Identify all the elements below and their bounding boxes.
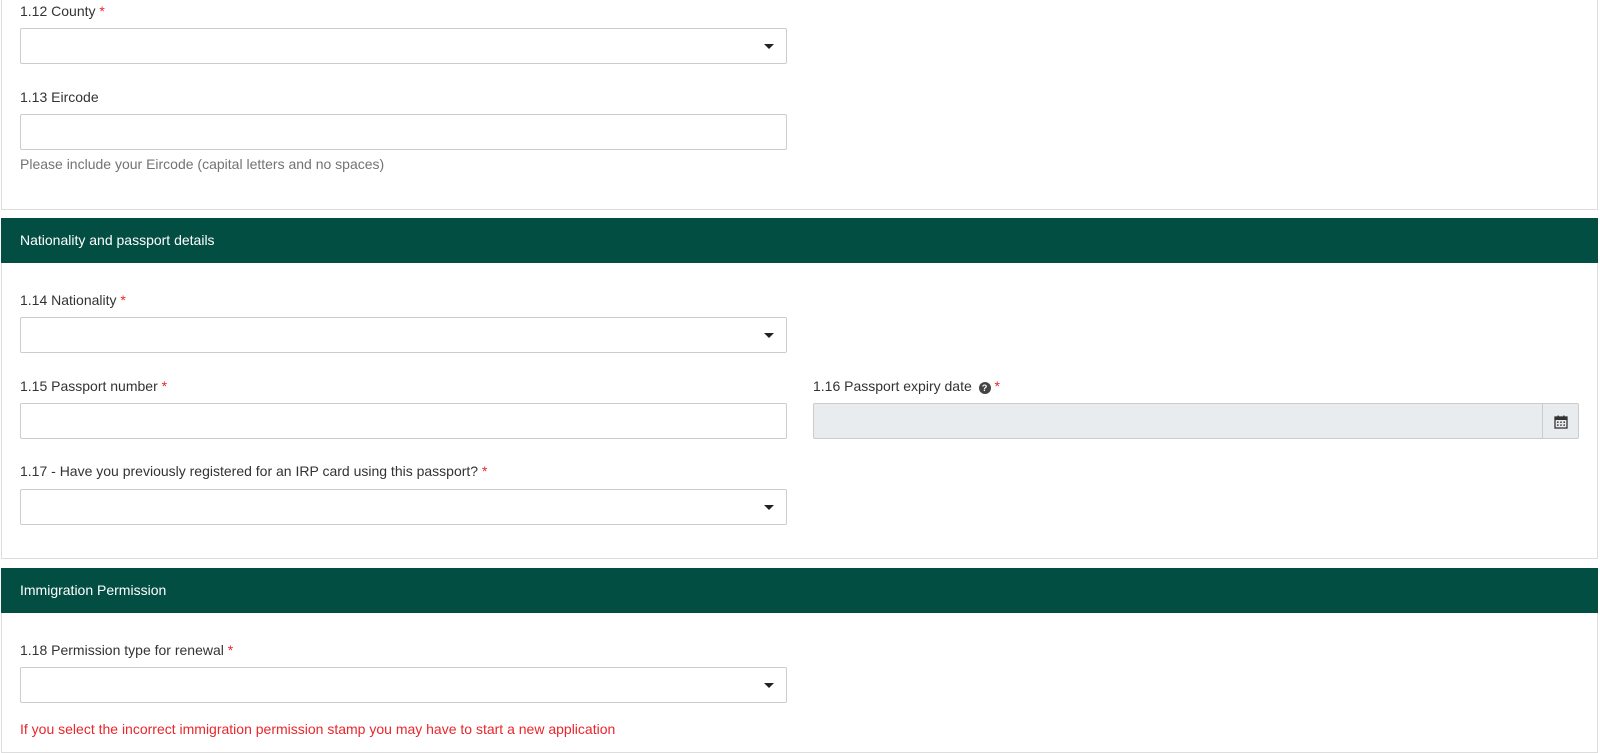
required-mark: *	[99, 3, 105, 19]
previous-irp-select[interactable]	[20, 489, 787, 525]
question-circle-icon[interactable]: ?	[978, 382, 991, 394]
passport-number-input[interactable]	[20, 403, 787, 439]
chevron-down-icon	[764, 44, 774, 49]
permission-warning-text: If you select the incorrect immigration …	[20, 721, 616, 737]
chevron-down-icon	[764, 333, 774, 338]
nationality-select[interactable]	[20, 317, 787, 353]
passport-expiry-date-group	[813, 403, 1579, 439]
nationality-section-heading: Nationality and passport details	[1, 218, 1598, 263]
permission-type-label-text: 1.18 Permission type for renewal	[20, 642, 224, 658]
passport-number-label: 1.15 Passport number *	[20, 378, 167, 394]
calendar-icon	[1554, 415, 1568, 429]
eircode-help-text: Please include your Eircode (capital let…	[20, 156, 385, 172]
county-select[interactable]	[20, 28, 787, 64]
county-label: 1.12 County *	[20, 3, 105, 19]
required-mark: *	[120, 292, 126, 308]
nationality-label-text: 1.14 Nationality	[20, 292, 117, 308]
permission-type-label: 1.18 Permission type for renewal *	[20, 642, 233, 658]
previous-irp-label: 1.17 - Have you previously registered fo…	[20, 463, 487, 479]
eircode-input[interactable]	[20, 114, 787, 150]
passport-expiry-label: 1.16 Passport expiry date ? *	[813, 378, 1000, 394]
passport-expiry-label-text: 1.16 Passport expiry date	[813, 378, 972, 394]
nationality-label: 1.14 Nationality *	[20, 292, 126, 308]
eircode-label-text: 1.13 Eircode	[20, 89, 99, 105]
immigration-section-heading: Immigration Permission	[1, 568, 1598, 613]
required-mark: *	[994, 378, 1000, 394]
passport-number-label-text: 1.15 Passport number	[20, 378, 158, 394]
date-picker-button[interactable]	[1542, 403, 1579, 439]
permission-type-select[interactable]	[20, 667, 787, 703]
required-mark: *	[227, 642, 234, 658]
required-mark: *	[161, 378, 168, 394]
previous-irp-label-text: 1.17 - Have you previously registered fo…	[20, 463, 479, 479]
chevron-down-icon	[764, 505, 774, 510]
county-label-text: 1.12 County	[20, 3, 96, 19]
required-mark: *	[481, 463, 488, 479]
passport-expiry-date-input[interactable]	[813, 403, 1542, 439]
eircode-label: 1.13 Eircode	[20, 89, 99, 105]
chevron-down-icon	[764, 683, 774, 688]
